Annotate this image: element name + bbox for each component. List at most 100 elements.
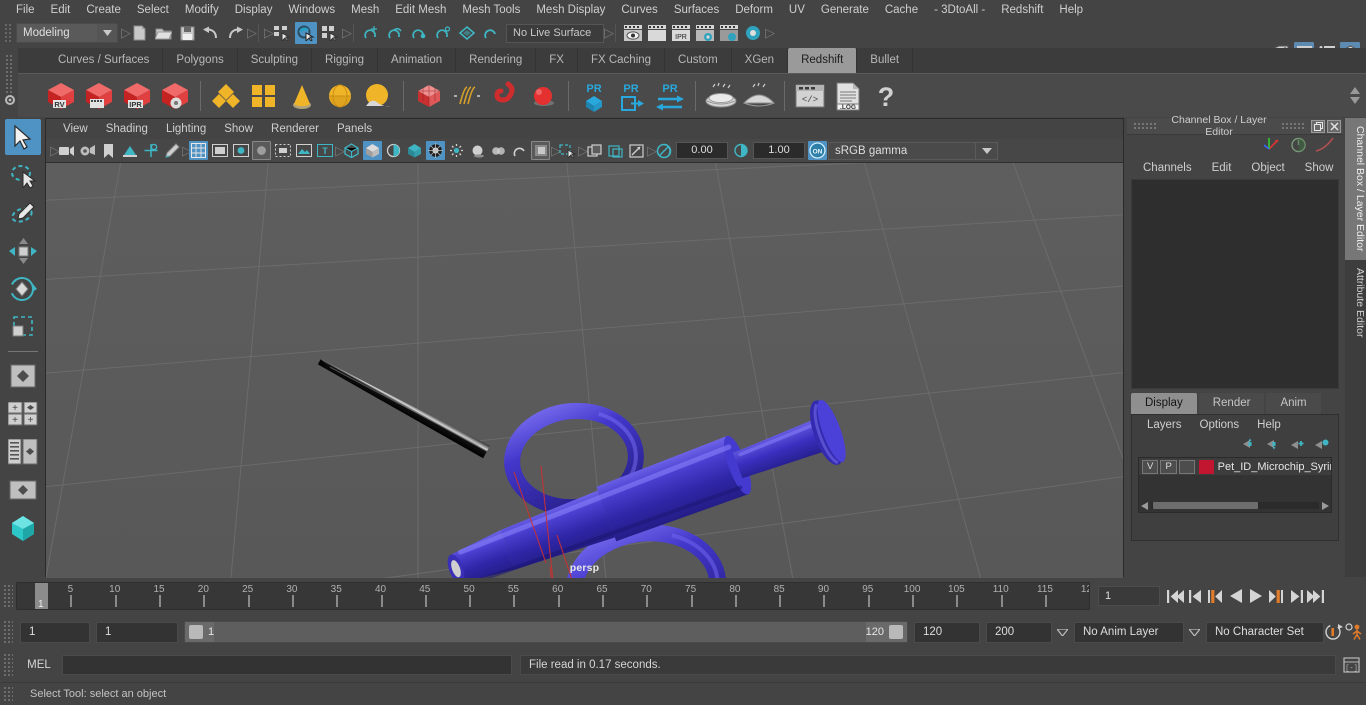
redshift-volume-icon[interactable]	[410, 76, 448, 116]
redshift-proxy-icon[interactable]	[207, 76, 245, 116]
shelf-options-gear-icon[interactable]	[4, 94, 16, 109]
shelf-tab-fx-caching[interactable]: FX Caching	[577, 48, 666, 73]
scale-tool[interactable]	[5, 309, 41, 345]
shadows-icon[interactable]	[447, 141, 466, 160]
step-forward-keyframe-icon[interactable]	[1286, 586, 1305, 607]
xray-active-components-icon[interactable]	[606, 141, 625, 160]
rotate-tool[interactable]	[5, 271, 41, 307]
shaded-wireframe-icon[interactable]	[384, 141, 403, 160]
script-editor-icon[interactable]: [-]	[1340, 655, 1362, 675]
range-start-handle[interactable]: 1	[185, 622, 215, 642]
redshift-help-icon[interactable]: ?	[867, 76, 905, 116]
menu-item-select[interactable]: Select	[129, 1, 177, 19]
viewport-menu-shading[interactable]: Shading	[97, 123, 157, 135]
range-end-knob[interactable]	[889, 625, 903, 639]
exposure-value-field[interactable]: 0.00	[676, 142, 728, 159]
layout-four-view-icon[interactable]: + + +	[5, 396, 41, 432]
menu-item-file[interactable]: File	[8, 1, 43, 19]
shelf-tab-fx[interactable]: FX	[536, 48, 578, 73]
live-surface-field[interactable]: No Live Surface	[506, 23, 604, 43]
shelf-tab-curves-surfaces[interactable]: Curves / Surfaces	[45, 48, 164, 73]
render-setup-icon[interactable]	[742, 22, 764, 44]
viewport-menu-lighting[interactable]: Lighting	[157, 123, 215, 135]
layer-list[interactable]: V P Pet_ID_Microchip_Syrin	[1138, 457, 1332, 513]
menu-item-uv[interactable]: UV	[781, 1, 813, 19]
redshift-matte-icon[interactable]	[245, 76, 283, 116]
shelf-tab-xgen[interactable]: XGen	[731, 48, 789, 73]
use-all-lights-icon[interactable]	[426, 141, 445, 160]
scroll-thumb[interactable]	[1153, 502, 1258, 509]
isolate-select-icon[interactable]	[531, 141, 550, 160]
layer-color-swatch[interactable]	[1199, 459, 1214, 474]
command-input[interactable]	[62, 655, 512, 675]
time-slider-grip[interactable]	[3, 584, 13, 608]
panel-drag-dots-right[interactable]	[1281, 121, 1305, 131]
redshift-render-settings-icon[interactable]	[156, 76, 194, 116]
auto-key-icon[interactable]	[1324, 622, 1344, 642]
layer-menu-layers[interactable]: Layers	[1138, 419, 1191, 431]
paint-select-tool[interactable]	[5, 195, 41, 231]
axis-display-icon[interactable]	[1263, 137, 1282, 155]
step-forward-frame-icon[interactable]	[1266, 586, 1285, 607]
step-back-keyframe-icon[interactable]	[1186, 586, 1205, 607]
color-profile-chevron-down-icon[interactable]	[976, 141, 998, 160]
menu-item-mesh[interactable]: Mesh	[343, 1, 387, 19]
multisample-icon[interactable]	[510, 141, 529, 160]
move-tool[interactable]	[5, 233, 41, 269]
resolution-gate-icon[interactable]	[231, 141, 250, 160]
menu-item-windows[interactable]: Windows	[280, 1, 343, 19]
layer-list-horizontal-scrollbar[interactable]	[1141, 501, 1329, 510]
color-profile-field[interactable]: sRGB gamma	[828, 141, 976, 160]
redshift-dome-light-icon[interactable]	[321, 76, 359, 116]
layout-hypershade-icon[interactable]	[5, 510, 41, 546]
layer-tab-anim[interactable]: Anim	[1266, 393, 1321, 414]
anim-start-time-field[interactable]: 1	[20, 621, 90, 643]
ipr-render-icon[interactable]: IPR	[670, 22, 692, 44]
wireframe-icon[interactable]	[342, 141, 361, 160]
menu-item-surfaces[interactable]: Surfaces	[666, 1, 727, 19]
menu-set-selector[interactable]: Modeling	[16, 23, 118, 43]
select-by-component-icon[interactable]	[319, 22, 341, 44]
camera-attributes-icon[interactable]	[78, 141, 97, 160]
open-scene-icon[interactable]	[152, 22, 174, 44]
range-slider-track[interactable]: 1 120	[184, 621, 908, 643]
layer-menu-help[interactable]: Help	[1248, 419, 1290, 431]
bookmark-icon[interactable]	[99, 141, 118, 160]
layer-item[interactable]: V P Pet_ID_Microchip_Syrin	[1139, 458, 1331, 475]
image-plane-icon[interactable]	[120, 141, 139, 160]
lasso-select-tool[interactable]	[5, 157, 41, 193]
redshift-render-sequence-icon[interactable]	[80, 76, 118, 116]
redshift-script-editor-icon[interactable]: </>	[791, 76, 829, 116]
channel-menu-show[interactable]: Show	[1295, 162, 1344, 174]
channel-box-content[interactable]	[1131, 179, 1339, 389]
redshift-bokeh-icon[interactable]	[524, 76, 562, 116]
go-to-start-icon[interactable]	[1166, 586, 1185, 607]
pr-convert-icon[interactable]: PR	[651, 76, 689, 116]
exposure-icon[interactable]	[654, 141, 673, 160]
animation-preferences-icon[interactable]	[1344, 622, 1364, 642]
gate-mask-icon[interactable]	[252, 141, 271, 160]
snap-to-projected-center-icon[interactable]	[432, 22, 454, 44]
vertical-tab-attribute-editor[interactable]: Attribute Editor	[1345, 260, 1366, 345]
menu-item-edit[interactable]: Edit	[43, 1, 79, 19]
close-icon[interactable]	[1327, 119, 1341, 133]
command-line-grip[interactable]	[3, 653, 13, 677]
layout-persp-graph-icon[interactable]	[5, 472, 41, 508]
range-end-handle[interactable]: 120	[865, 622, 907, 642]
command-language-label[interactable]: MEL	[16, 659, 62, 671]
viewport-canvas[interactable]: X Y Z persp	[46, 163, 1123, 578]
layer-type-toggle[interactable]	[1178, 459, 1196, 474]
smooth-shade-icon[interactable]	[363, 141, 382, 160]
motion-blur-icon[interactable]	[489, 141, 508, 160]
range-start-knob[interactable]	[189, 625, 203, 639]
menu-item-display[interactable]: Display	[227, 1, 281, 19]
screen-space-ao-icon[interactable]	[468, 141, 487, 160]
select-by-hierarchy-icon[interactable]	[271, 22, 293, 44]
shelf-grip[interactable]	[0, 48, 18, 117]
menu-item-curves[interactable]: Curves	[613, 1, 665, 19]
pr-export-icon[interactable]: PR	[613, 76, 651, 116]
anim-end-time-field[interactable]: 200	[986, 621, 1052, 643]
redshift-render-view-icon[interactable]: RV	[42, 76, 80, 116]
show-render-view-icon[interactable]	[622, 22, 644, 44]
move-layer-up-icon[interactable]	[1243, 438, 1258, 453]
